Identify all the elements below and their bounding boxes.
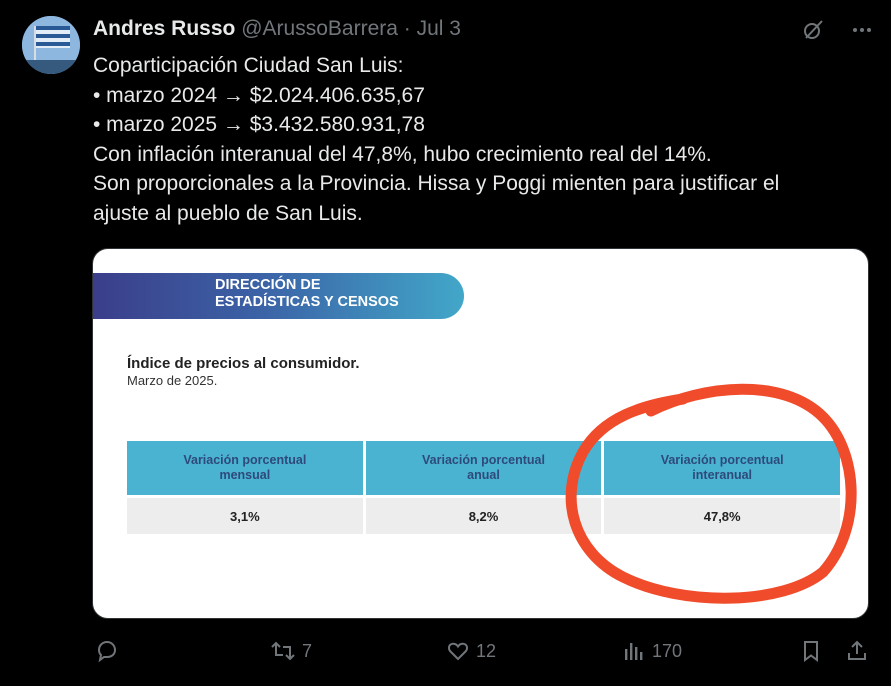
- tweet-line: • marzo 2024 → $2.024.406.635,67: [93, 83, 425, 107]
- tweet-line: Con inflación interanual del 47,8%, hubo…: [93, 142, 712, 166]
- tweet-date[interactable]: Jul 3: [417, 17, 461, 40]
- tweet-image[interactable]: DIRECCIÓN DE ESTADÍSTICAS Y CENSOS Índic…: [92, 248, 869, 619]
- doc-title: Índice de precios al consumidor.: [127, 355, 360, 372]
- highlight-circle: [565, 383, 857, 604]
- views-icon: [625, 643, 643, 660]
- view-count: 170: [652, 640, 683, 661]
- banner-line: ESTADÍSTICAS Y CENSOS: [215, 294, 399, 310]
- banner-line: DIRECCIÓN DE: [215, 277, 321, 293]
- retweet-icon: [271, 641, 295, 661]
- separator: ·: [403, 17, 411, 40]
- top-icons: [801, 18, 873, 42]
- author-handle[interactable]: @ArussoBarrera: [241, 17, 398, 40]
- more-icon[interactable]: [851, 19, 873, 41]
- like-button[interactable]: 12: [446, 639, 496, 663]
- banner: DIRECCIÓN DE ESTADÍSTICAS Y CENSOS: [93, 273, 464, 319]
- heart-icon: [447, 642, 469, 661]
- avatar[interactable]: [22, 16, 80, 74]
- reply-icon: [97, 640, 117, 663]
- tweet-text: Coparticipación Ciudad San Luis: • marzo…: [93, 51, 873, 228]
- tweet-header: Andres Russo @ArussoBarrera · Jul 3: [93, 17, 461, 41]
- like-count: 12: [476, 640, 497, 661]
- retweet-count: 7: [302, 640, 313, 661]
- share-button[interactable]: [845, 639, 869, 663]
- retweet-button[interactable]: 7: [270, 639, 312, 663]
- bookmark-button[interactable]: [799, 639, 823, 663]
- tweet-line: • marzo 2025 → $3.432.580.931,78: [93, 113, 425, 136]
- reply-button[interactable]: [95, 639, 119, 663]
- tweet-line: Coparticipación Ciudad San Luis:: [93, 54, 404, 77]
- tweet-line: Son proporcionales a la Provincia. Hissa…: [93, 172, 780, 195]
- author-name[interactable]: Andres Russo: [93, 17, 235, 40]
- bookmark-icon: [804, 641, 818, 662]
- tweet-line: ajuste al pueblo de San Luis.: [93, 201, 363, 225]
- share-icon: [848, 640, 866, 660]
- action-bar: 7 12 170: [0, 639, 891, 667]
- views-button[interactable]: 170: [622, 639, 682, 663]
- grok-icon[interactable]: [801, 18, 825, 42]
- table-header: Variación porcentual mensual: [127, 441, 363, 495]
- doc-subtitle: Marzo de 2025.: [127, 373, 218, 388]
- table-cell: 3,1%: [127, 498, 363, 534]
